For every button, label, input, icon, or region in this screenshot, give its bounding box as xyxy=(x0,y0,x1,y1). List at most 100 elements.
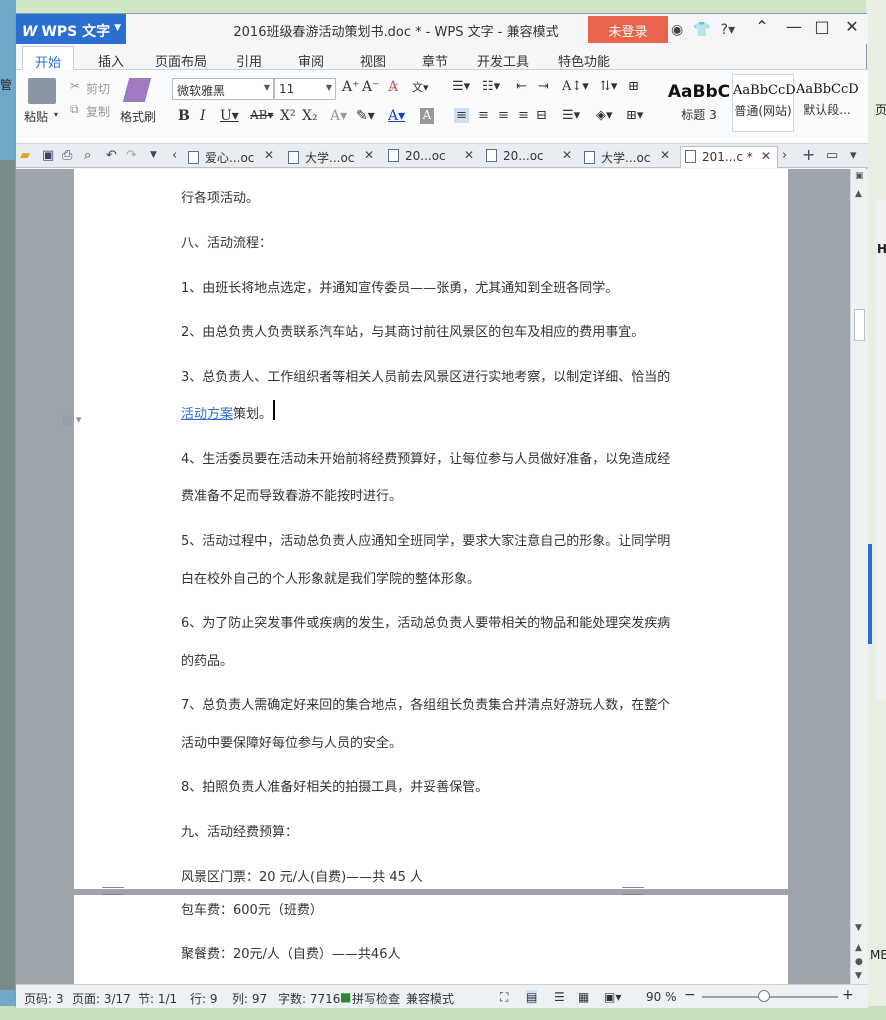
document-tab[interactable]: 爱心...oc ✕ xyxy=(188,146,286,168)
tab-special[interactable]: 特色功能 xyxy=(548,46,620,70)
open-folder-icon[interactable]: ▰ xyxy=(20,148,30,163)
select-browse-icon[interactable]: ● xyxy=(855,957,863,967)
scroll-down-icon[interactable]: ▼ xyxy=(855,923,862,933)
status-pages[interactable]: 页面: 3/17 xyxy=(72,990,131,1007)
distributed-icon[interactable]: ⊟ xyxy=(536,108,547,123)
tshirt-icon[interactable]: 👕 xyxy=(693,22,710,38)
skin-icon[interactable]: ◉ xyxy=(671,22,683,38)
full-screen-icon[interactable]: ⛶ xyxy=(500,990,508,1005)
numbered-list-icon[interactable]: ☷▾ xyxy=(482,79,500,94)
phonetic-icon[interactable]: 文▾ xyxy=(412,79,429,95)
close-tab-icon[interactable]: ✕ xyxy=(660,148,670,162)
tab-home[interactable]: 开始 xyxy=(22,46,74,71)
spellcheck-button[interactable]: 拼写检查 xyxy=(352,990,400,1007)
tab-developer[interactable]: 开发工具 xyxy=(472,46,534,70)
tab-view[interactable]: 视图 xyxy=(348,46,398,70)
bullet-list-icon[interactable]: ☰▾ xyxy=(452,79,470,94)
status-page-number[interactable]: 页码: 3 xyxy=(24,990,64,1007)
document-page[interactable]: 行各项活动。 八、活动流程： 1、由班长将地点选定，并通知宣传委员——张勇，尤其… xyxy=(74,169,788,889)
align-right-icon[interactable]: ≡ xyxy=(498,108,509,123)
outline-view-icon[interactable]: ☰ xyxy=(554,990,565,1004)
tab-menu-icon[interactable]: ▾ xyxy=(850,148,857,163)
increase-indent-icon[interactable]: ⇥ xyxy=(538,79,549,94)
prev-page-icon[interactable]: ▲ xyxy=(855,943,862,953)
zoom-in-icon[interactable]: + xyxy=(842,987,854,1003)
subscript-icon[interactable]: X₂ xyxy=(302,108,318,124)
paste-button[interactable]: 粘贴 xyxy=(24,108,48,125)
link-text[interactable]: 活动方案 xyxy=(181,407,233,422)
align-left-icon[interactable]: ≡ xyxy=(454,108,469,123)
new-tab-icon[interactable]: + xyxy=(802,145,815,164)
web-view-icon[interactable]: ▦ xyxy=(578,990,589,1004)
document-tab[interactable]: 20...oc ✕ xyxy=(388,146,486,168)
close-tab-icon[interactable]: ✕ xyxy=(761,149,771,163)
paste-icon[interactable] xyxy=(28,78,56,104)
grow-font-icon[interactable]: A⁺ xyxy=(342,79,360,95)
clear-format-icon[interactable]: A̷ xyxy=(388,79,398,95)
close-tab-icon[interactable]: ✕ xyxy=(364,148,374,162)
next-page-icon[interactable]: ▼ xyxy=(855,971,862,981)
tab-references[interactable]: 引用 xyxy=(224,46,274,70)
font-color-icon[interactable]: A▾ xyxy=(388,108,405,124)
tab-scroll-right-icon[interactable]: › xyxy=(782,148,787,163)
tab-sections[interactable]: 章节 xyxy=(410,46,460,70)
document-tab-active[interactable]: 201...c * ✕ xyxy=(680,146,778,168)
line-spacing-icon[interactable]: ☰▾ xyxy=(562,108,580,123)
save-icon[interactable]: ▣ xyxy=(42,148,54,163)
reading-mode-icon[interactable]: ▣▾ xyxy=(604,990,621,1004)
vertical-scrollbar[interactable]: ▣ ▲ ▼ ▲ ● ▼ xyxy=(850,169,868,984)
tab-insert[interactable]: 插入 xyxy=(86,46,136,70)
login-button[interactable]: 未登录 xyxy=(588,16,668,43)
decrease-indent-icon[interactable]: ⇤ xyxy=(516,79,527,94)
help-icon[interactable]: ?▾ xyxy=(721,22,735,38)
style-heading3[interactable]: AaBbC 标题 3 xyxy=(666,74,732,132)
scissors-icon[interactable]: ✂ xyxy=(70,79,80,93)
collapse-ribbon-icon[interactable]: ⌃ xyxy=(748,17,776,36)
borders-icon[interactable]: ⊞▾ xyxy=(626,108,643,123)
sort-icon[interactable]: ⇅▾ xyxy=(600,79,617,94)
text-effect-icon[interactable]: A▾ xyxy=(330,108,347,124)
font-size-select[interactable]: 11 ▼ xyxy=(274,78,336,100)
underline-icon[interactable]: U▾ xyxy=(220,108,239,124)
zoom-slider-knob[interactable] xyxy=(758,990,770,1002)
document-tab[interactable]: 大学...oc ✕ xyxy=(584,146,682,168)
highlight-icon[interactable]: ✎▾ xyxy=(356,108,375,124)
page-view-icon[interactable]: ▤ xyxy=(526,990,538,1004)
italic-icon[interactable]: I xyxy=(200,108,206,124)
print-icon[interactable]: ⎙ xyxy=(62,148,72,163)
close-tab-icon[interactable]: ✕ xyxy=(562,148,572,162)
maximize-button[interactable]: □ xyxy=(808,17,836,36)
font-name-select[interactable]: 微软雅黑 ▼ xyxy=(172,78,274,100)
print-preview-icon[interactable]: ⌕ xyxy=(84,148,91,163)
scrollbar-thumb[interactable] xyxy=(854,309,865,341)
close-button[interactable]: ✕ xyxy=(838,17,866,36)
tab-scroll-left-icon[interactable]: ‹ xyxy=(172,148,177,163)
minimize-button[interactable]: — xyxy=(780,17,808,36)
print-layout-icon[interactable]: ▣ xyxy=(855,171,864,181)
bold-icon[interactable]: B xyxy=(178,108,190,124)
copy-icon[interactable]: ⧉ xyxy=(70,102,79,117)
chevron-down-icon[interactable]: ▼ xyxy=(150,150,157,160)
close-tab-icon[interactable]: ✕ xyxy=(464,148,474,162)
zoom-slider-track[interactable] xyxy=(702,996,838,998)
undo-icon[interactable]: ↶ xyxy=(106,148,117,163)
justify-icon[interactable]: ≡ xyxy=(518,108,529,123)
tab-page-layout[interactable]: 页面布局 xyxy=(146,46,216,70)
table-grid-icon[interactable]: ⊞ xyxy=(628,79,639,94)
copy-button[interactable]: 复制 xyxy=(86,103,110,120)
style-default-para[interactable]: AaBbCcDd 默认段... xyxy=(796,74,858,132)
chevron-down-icon[interactable]: ▾ xyxy=(54,110,58,119)
text-direction-icon[interactable]: A↕▾ xyxy=(562,79,589,94)
scroll-up-icon[interactable]: ▲ xyxy=(855,189,862,199)
superscript-icon[interactable]: X² xyxy=(280,108,296,124)
paragraph-options-icon[interactable]: ▤ ▾ xyxy=(62,413,81,426)
document-tab[interactable]: 20...oc ✕ xyxy=(486,146,584,168)
tab-review[interactable]: 审阅 xyxy=(286,46,336,70)
redo-icon[interactable]: ↷ xyxy=(126,148,137,163)
zoom-out-icon[interactable]: − xyxy=(684,987,696,1003)
format-painter-icon[interactable] xyxy=(122,78,152,102)
spellcheck-icon[interactable]: ■ xyxy=(340,990,351,1004)
status-word-count[interactable]: 字数: 7716 xyxy=(278,990,340,1007)
document-tab[interactable]: 大学...oc ✕ xyxy=(288,146,386,168)
style-normal-web[interactable]: AaBbCcD 普通(网站) xyxy=(732,74,796,132)
